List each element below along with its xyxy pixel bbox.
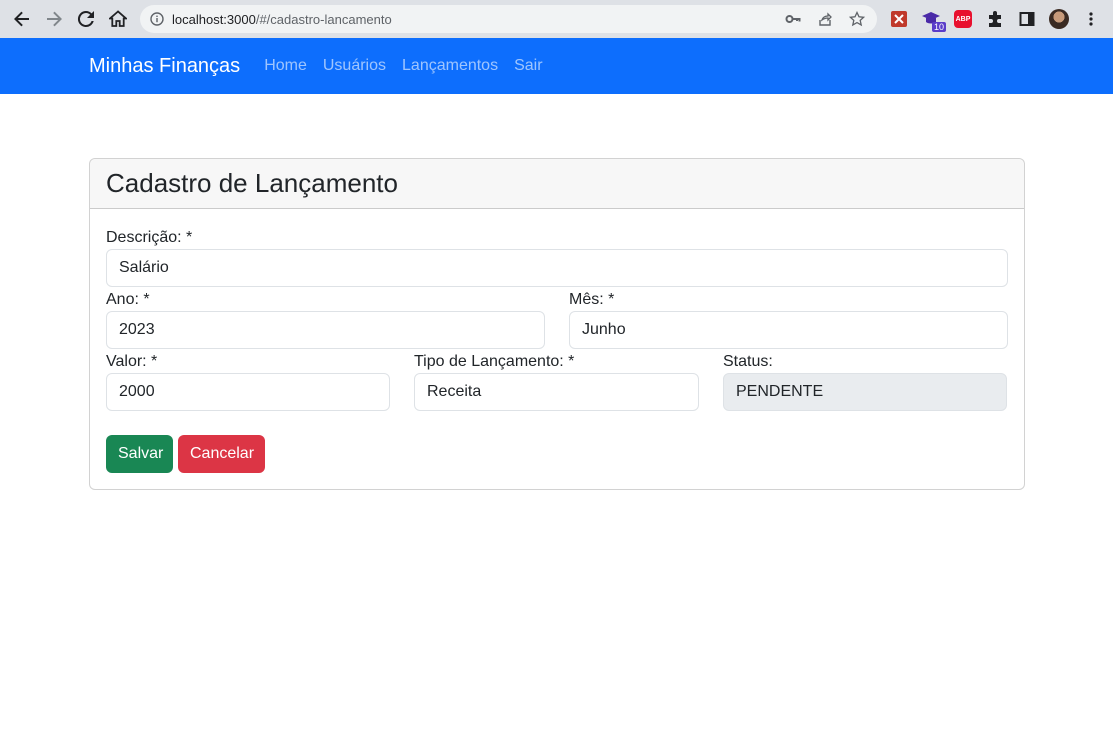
nav-link-usuarios[interactable]: Usuários: [315, 57, 394, 75]
side-panel-icon[interactable]: [1014, 4, 1040, 34]
share-icon[interactable]: [813, 7, 837, 31]
status-input: [723, 373, 1007, 411]
tipo-label: Tipo de Lançamento: *: [414, 353, 575, 370]
kebab-menu-icon[interactable]: [1078, 4, 1104, 34]
key-icon[interactable]: [781, 7, 805, 31]
url-text[interactable]: localhost:3000/#/cadastro-lancamento: [172, 12, 781, 27]
descricao-input[interactable]: [106, 249, 1008, 287]
tipo-select[interactable]: [414, 373, 699, 411]
mes-select[interactable]: [569, 311, 1008, 349]
home-icon[interactable]: [103, 4, 133, 34]
card-header: Cadastro de Lançamento: [90, 159, 1024, 209]
url-path: /#/cadastro-lancamento: [255, 11, 392, 27]
browser-nav-buttons: [7, 4, 133, 34]
bookmark-star-icon[interactable]: [845, 7, 869, 31]
reload-icon[interactable]: [71, 4, 101, 34]
cadastro-card: Cadastro de Lançamento Descrição: * Ano:…: [89, 158, 1025, 490]
graduation-cap-extension-icon[interactable]: 10: [918, 4, 946, 34]
puzzle-icon[interactable]: [982, 4, 1008, 34]
red-extension-icon[interactable]: [886, 4, 912, 34]
url-host: localhost:3000: [172, 11, 256, 27]
status-label: Status:: [723, 353, 773, 370]
back-arrow-icon[interactable]: [7, 4, 37, 34]
adblock-plus-icon[interactable]: ABP: [950, 4, 976, 34]
address-bar[interactable]: localhost:3000/#/cadastro-lancamento: [140, 5, 877, 33]
card-title: Cadastro de Lançamento: [106, 168, 398, 198]
mes-label: Mês: *: [569, 291, 615, 308]
valor-label: Valor: *: [106, 353, 158, 370]
valor-input[interactable]: [106, 373, 390, 411]
navbar-brand[interactable]: Minhas Finanças: [89, 55, 240, 78]
extensions-area: 10 ABP: [886, 4, 1104, 34]
extension-badge: 10: [931, 22, 946, 32]
descricao-label: Descrição: *: [106, 229, 193, 246]
ano-label: Ano: *: [106, 291, 150, 308]
save-button[interactable]: Salvar: [106, 435, 173, 473]
nav-link-home[interactable]: Home: [256, 57, 315, 75]
nav-link-sair[interactable]: Sair: [506, 57, 550, 75]
site-info-icon[interactable]: [150, 12, 164, 26]
top-navbar: Minhas Finanças Home Usuários Lançamento…: [0, 38, 1113, 94]
cancel-button[interactable]: Cancelar: [178, 435, 265, 473]
abp-label: ABP: [955, 15, 971, 23]
profile-avatar[interactable]: [1046, 4, 1072, 34]
forward-arrow-icon[interactable]: [39, 4, 69, 34]
navbar-links: Home Usuários Lançamentos Sair: [256, 57, 550, 75]
browser-toolbar: localhost:3000/#/cadastro-lancamento 10 …: [0, 0, 1113, 38]
ano-input[interactable]: [106, 311, 545, 349]
nav-link-lancamentos[interactable]: Lançamentos: [394, 57, 506, 75]
